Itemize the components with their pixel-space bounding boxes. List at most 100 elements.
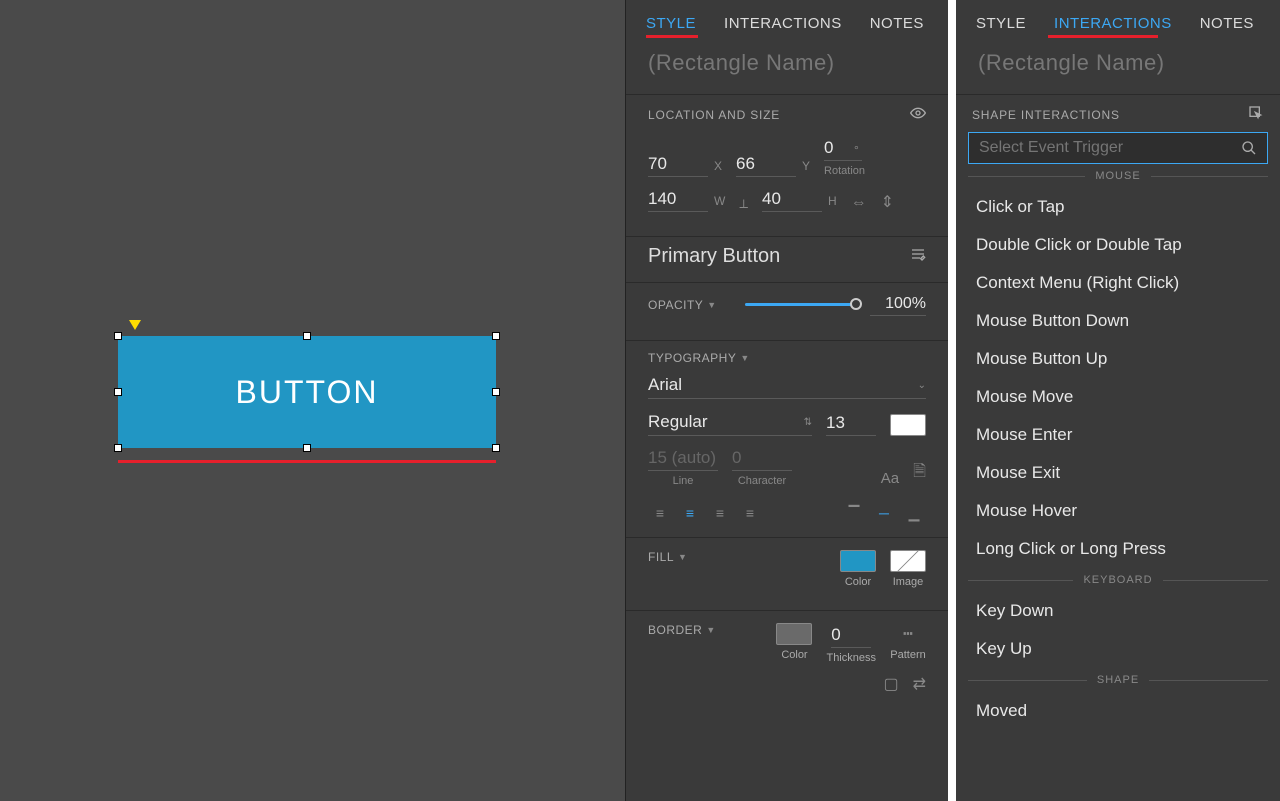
tab-notes-2[interactable]: NOTES (1200, 15, 1254, 32)
align-left-button[interactable]: ≡ (648, 503, 672, 523)
height-input[interactable] (762, 187, 822, 212)
resize-handle-tl[interactable] (114, 332, 122, 340)
align-center-button[interactable]: ≡ (678, 503, 702, 523)
h-align-group: ≡ ≡ ≡ ≡ (648, 503, 762, 523)
fill-label: FILL (648, 550, 674, 564)
border-color-swatch[interactable] (776, 623, 812, 645)
resize-handle-bl[interactable] (114, 444, 122, 452)
button-shape[interactable]: BUTTON (118, 336, 496, 448)
tab-underline-2 (1048, 35, 1158, 38)
location-size-header: LOCATION AND SIZE (648, 108, 780, 122)
panel2-tabs: STYLE INTERACTIONS NOTES (956, 0, 1280, 36)
event-context-menu[interactable]: Context Menu (Right Click) (956, 264, 1280, 302)
tab-style-2[interactable]: STYLE (976, 15, 1026, 32)
event-key-down[interactable]: Key Down (956, 592, 1280, 630)
event-mouse-enter[interactable]: Mouse Enter (956, 416, 1280, 454)
shape-interactions-header-row: SHAPE INTERACTIONS (956, 94, 1280, 132)
event-key-up[interactable]: Key Up (956, 630, 1280, 668)
annotation-underline (118, 460, 496, 463)
widget-name-input[interactable]: (Rectangle Name) (626, 36, 948, 94)
border-pattern-icon[interactable]: ┅ (890, 623, 926, 645)
location-size-section: LOCATION AND SIZE X Y ° Rotation W ⟂ H ⇔… (626, 94, 948, 236)
edit-style-icon[interactable] (910, 245, 926, 268)
font-weight-select[interactable]: Regular (648, 412, 708, 432)
event-trigger-search[interactable] (968, 132, 1268, 164)
fill-image-label: Image (893, 576, 924, 588)
border-thickness-label: Thickness (826, 652, 876, 664)
opacity-input[interactable] (870, 293, 926, 316)
chevron-down-icon[interactable]: ⌄ (918, 380, 926, 391)
text-transform-icon[interactable]: Aa (881, 470, 899, 487)
border-visibility-icon[interactable]: ▢ (883, 674, 898, 694)
flip-vertical-icon[interactable]: ⇕ (881, 192, 894, 212)
resize-handle-tm[interactable] (303, 332, 311, 340)
align-right-button[interactable]: ≡ (708, 503, 732, 523)
x-label: X (714, 159, 722, 173)
char-label: Character (732, 475, 792, 487)
event-mouse-hover[interactable]: Mouse Hover (956, 492, 1280, 530)
event-mouse-up[interactable]: Mouse Button Up (956, 340, 1280, 378)
selected-shape[interactable]: BUTTON (118, 336, 496, 448)
widget-name-input-2[interactable]: (Rectangle Name) (956, 36, 1280, 94)
border-swap-icon[interactable]: ⇄ (913, 674, 926, 694)
opacity-section: OPACITY ▼ (626, 282, 948, 340)
opacity-slider[interactable] (745, 303, 856, 306)
resize-handle-bm[interactable] (303, 444, 311, 452)
fill-color-swatch[interactable] (840, 550, 876, 572)
opacity-slider-thumb[interactable] (850, 298, 862, 310)
tab-notes[interactable]: NOTES (870, 15, 924, 32)
chevron-down-icon[interactable]: ▼ (740, 353, 749, 363)
border-pattern-label: Pattern (890, 649, 925, 661)
tab-interactions-2[interactable]: INTERACTIONS (1054, 15, 1172, 32)
align-top-button[interactable]: ▔ (842, 503, 866, 523)
event-mouse-down[interactable]: Mouse Button Down (956, 302, 1280, 340)
font-family-select[interactable]: Arial (648, 375, 682, 395)
height-label: H (828, 194, 837, 208)
typography-label: TYPOGRAPHY (648, 351, 736, 365)
border-thickness-input[interactable] (831, 623, 871, 648)
align-middle-button[interactable]: ─ (872, 503, 896, 523)
resize-handle-tr[interactable] (492, 332, 500, 340)
style-name[interactable]: Primary Button (648, 245, 780, 268)
tab-interactions[interactable]: INTERACTIONS (724, 15, 842, 32)
fill-color-label: Color (845, 576, 871, 588)
event-mouse-exit[interactable]: Mouse Exit (956, 454, 1280, 492)
flip-horizontal-icon[interactable]: ⇔ (851, 194, 867, 212)
align-justify-button[interactable]: ≡ (738, 503, 762, 523)
search-icon[interactable] (1241, 140, 1257, 156)
interactions-action-icon[interactable] (1248, 105, 1264, 124)
border-label: BORDER (648, 623, 702, 637)
event-long-click[interactable]: Long Click or Long Press (956, 530, 1280, 568)
width-input[interactable] (648, 187, 708, 212)
text-options-icon[interactable]: 🗎 (913, 460, 926, 487)
stepper-icon[interactable]: ⇅ (804, 417, 812, 428)
resize-handle-ml[interactable] (114, 388, 122, 396)
event-click[interactable]: Click or Tap (956, 188, 1280, 226)
tab-style[interactable]: STYLE (646, 15, 696, 32)
opacity-label: OPACITY (648, 298, 703, 312)
v-align-group: ▔ ─ ▁ (842, 503, 926, 523)
canvas[interactable]: BUTTON (0, 0, 625, 801)
resize-handle-mr[interactable] (492, 388, 500, 396)
font-size-input[interactable] (826, 411, 876, 436)
lock-aspect-icon[interactable]: ⟂ (739, 196, 748, 212)
x-input[interactable] (648, 152, 708, 177)
y-input[interactable] (736, 152, 796, 177)
chevron-down-icon[interactable]: ▼ (707, 300, 716, 310)
tab-underline (646, 35, 698, 38)
char-spacing-input[interactable] (732, 446, 792, 471)
event-double-click[interactable]: Double Click or Double Tap (956, 226, 1280, 264)
event-moved[interactable]: Moved (956, 692, 1280, 730)
shape-group-divider: SHAPE (968, 674, 1268, 686)
event-mouse-move[interactable]: Mouse Move (956, 378, 1280, 416)
fill-image-swatch[interactable] (890, 550, 926, 572)
resize-handle-br[interactable] (492, 444, 500, 452)
line-height-input[interactable] (648, 446, 718, 471)
typography-section: TYPOGRAPHY▼ Arial ⌄ Regular ⇅ Line Chara… (626, 340, 948, 537)
font-color-swatch[interactable] (890, 414, 926, 436)
align-bottom-button[interactable]: ▁ (902, 503, 926, 523)
event-trigger-input[interactable] (979, 139, 1241, 157)
chevron-down-icon[interactable]: ▼ (678, 552, 687, 562)
visibility-icon[interactable] (910, 105, 926, 124)
chevron-down-icon[interactable]: ▼ (706, 625, 715, 635)
